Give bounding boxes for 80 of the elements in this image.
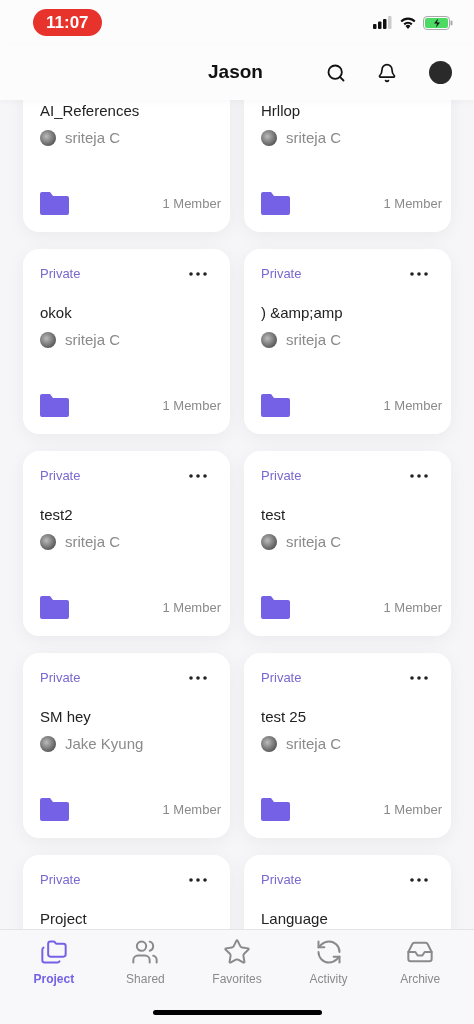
search-icon[interactable]: [326, 62, 346, 83]
project-card[interactable]: Private test 25 sriteja C 1 Member: [244, 653, 451, 838]
project-title: Hrllop: [261, 101, 301, 121]
folder-icon: [40, 798, 69, 821]
avatar-icon: [40, 332, 56, 349]
privacy-label: Private: [40, 669, 81, 688]
folder-icon: [40, 394, 69, 417]
avatar-icon: [261, 332, 277, 349]
member-count: 1 Member: [162, 800, 221, 819]
privacy-label: Private: [40, 467, 81, 486]
owner-name: sriteja C: [286, 330, 341, 350]
tab-bar-item[interactable]: Project: [13, 938, 94, 988]
privacy-label: Private: [261, 265, 302, 284]
more-icon[interactable]: [410, 676, 428, 680]
profile-avatar[interactable]: [429, 61, 452, 84]
owner-name: sriteja C: [286, 532, 341, 552]
member-count: 1 Member: [162, 598, 221, 617]
battery-icon: [423, 15, 453, 30]
member-count: 1 Member: [162, 194, 221, 213]
folder-icon: [40, 596, 69, 619]
project-title: Project: [40, 909, 87, 929]
project-title: AI_References: [40, 101, 140, 121]
owner-name: sriteja C: [65, 532, 120, 552]
avatar-icon: [40, 130, 56, 147]
member-count: 1 Member: [383, 396, 442, 415]
notification-icon[interactable]: [377, 62, 397, 83]
more-icon[interactable]: [410, 474, 428, 478]
folders-icon: [39, 938, 68, 966]
project-card[interactable]: Private okok sriteja C 1 Member: [23, 249, 230, 434]
privacy-label: Private: [261, 871, 302, 890]
more-icon[interactable]: [189, 272, 207, 276]
avatar-icon: [261, 130, 277, 147]
signal-icon: [373, 16, 393, 29]
owner-name: sriteja C: [65, 330, 120, 350]
project-card[interactable]: Private test2 sriteja C 1 Member: [23, 451, 230, 636]
project-title: test 25: [261, 707, 307, 727]
owner-name: sriteja C: [286, 128, 341, 148]
status-time: 11:07: [33, 8, 102, 37]
project-card[interactable]: Hrllop sriteja C 1 Member: [244, 100, 451, 232]
folder-icon: [40, 192, 69, 215]
avatar-icon: [261, 534, 277, 551]
avatar-icon: [40, 534, 56, 551]
owner-name: sriteja C: [65, 128, 120, 148]
privacy-label: Private: [40, 265, 81, 284]
member-count: 1 Member: [383, 598, 442, 617]
folder-icon: [261, 596, 290, 619]
project-card[interactable]: AI_References sriteja C 1 Member: [23, 100, 230, 232]
project-card[interactable]: Private Project: [23, 855, 230, 929]
project-title: okok: [40, 303, 72, 323]
project-title: test2: [40, 505, 73, 525]
project-title: ) &amp;amp: [261, 303, 343, 323]
member-count: 1 Member: [383, 800, 442, 819]
owner-name: Jake Kyung: [65, 734, 144, 754]
folder-icon: [261, 798, 290, 821]
project-card[interactable]: Private SM hey Jake Kyung 1 Member: [23, 653, 230, 838]
project-title: SM hey: [40, 707, 91, 727]
member-count: 1 Member: [383, 194, 442, 213]
project-title: Language: [261, 909, 328, 929]
more-icon[interactable]: [410, 272, 428, 276]
privacy-label: Private: [261, 467, 302, 486]
project-card[interactable]: Private ) &amp;amp sriteja C 1 Member: [244, 249, 451, 434]
star-icon: [223, 938, 251, 966]
header-title: Jason: [208, 60, 263, 85]
folder-icon: [261, 192, 290, 215]
more-icon[interactable]: [410, 878, 428, 882]
avatar-icon: [40, 736, 56, 753]
privacy-label: Private: [261, 669, 302, 688]
project-card[interactable]: Private Language: [244, 855, 451, 929]
users-icon: [131, 938, 160, 966]
wifi-icon: [399, 16, 417, 29]
project-title: test: [261, 505, 286, 525]
avatar-icon: [261, 736, 277, 753]
project-card[interactable]: Private test sriteja C 1 Member: [244, 451, 451, 636]
privacy-label: Private: [40, 871, 81, 890]
owner-name: sriteja C: [286, 734, 341, 754]
more-icon[interactable]: [189, 676, 207, 680]
more-icon[interactable]: [189, 878, 207, 882]
more-icon[interactable]: [189, 474, 207, 478]
folder-icon: [261, 394, 290, 417]
member-count: 1 Member: [162, 396, 221, 415]
